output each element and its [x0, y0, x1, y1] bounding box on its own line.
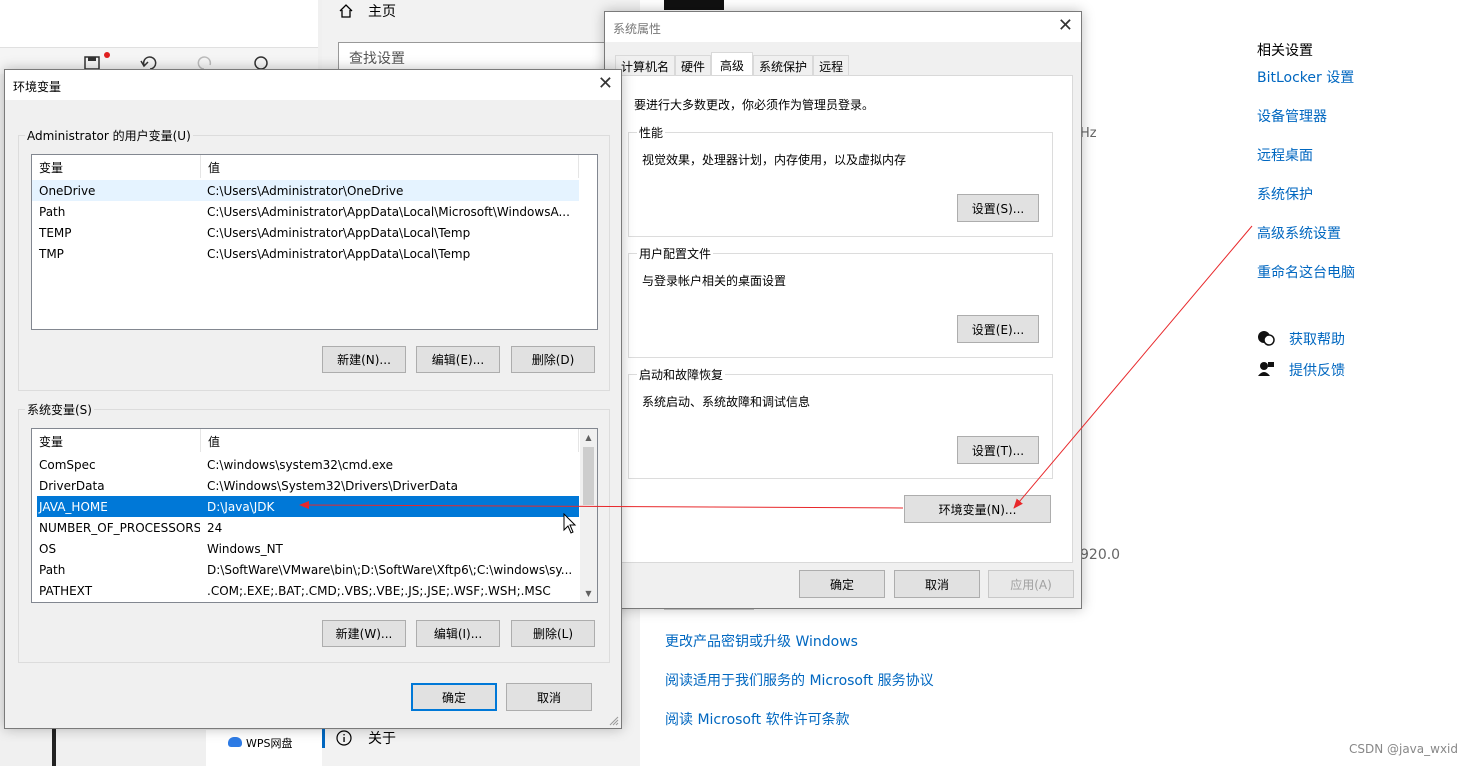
annotation-overlay	[299, 225, 1253, 510]
annotation-arrow-to-java-home	[299, 501, 904, 510]
watermark: CSDN @java_wxid	[1348, 742, 1458, 756]
annotation-arrow-to-env-button	[1013, 225, 1253, 509]
mouse-cursor-icon	[563, 513, 577, 534]
